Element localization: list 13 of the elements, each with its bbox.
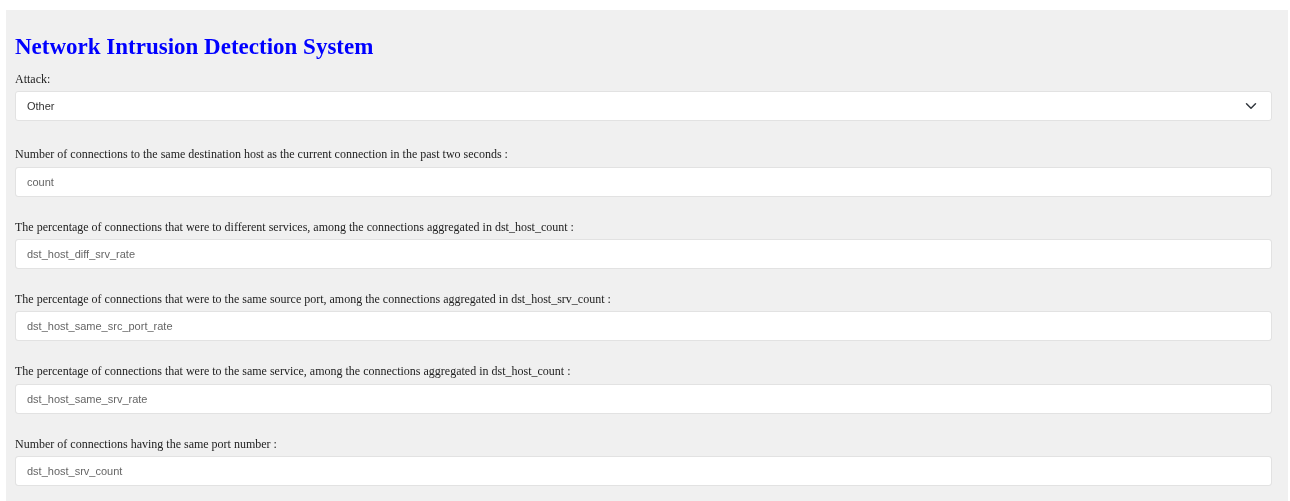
field-label: The percentage of connections that were to the same service, among the connections aggregated in dst_host_count : [15,364,572,379]
input-field[interactable]: dst_host_same_src_port_rate [15,311,1272,342]
field-label: Attack: [15,71,52,87]
field-label: The percentage of connections that were to different services, among the connections aggregated in dst_host_count : [15,219,575,235]
input-field[interactable]: dst_host_srv_count [15,456,1272,487]
input-field[interactable]: dst_host_diff_srv_rate [15,239,1272,270]
page-title: Network Intrusion Detection System [15,33,375,61]
field-label: The percentage of connections that were to the same source port, among the connections aggregated in dst_host_srv_count : [15,292,612,307]
input-field[interactable]: count [15,166,1272,197]
attack-dropdown[interactable]: Other [15,91,1272,122]
field-label: Number of connections to the same destination host as the current connection in the past two seconds : [15,147,509,162]
input-field[interactable]: dst_host_same_srv_rate [15,383,1272,414]
field-label: Number of connections having the same port number : [15,436,278,452]
